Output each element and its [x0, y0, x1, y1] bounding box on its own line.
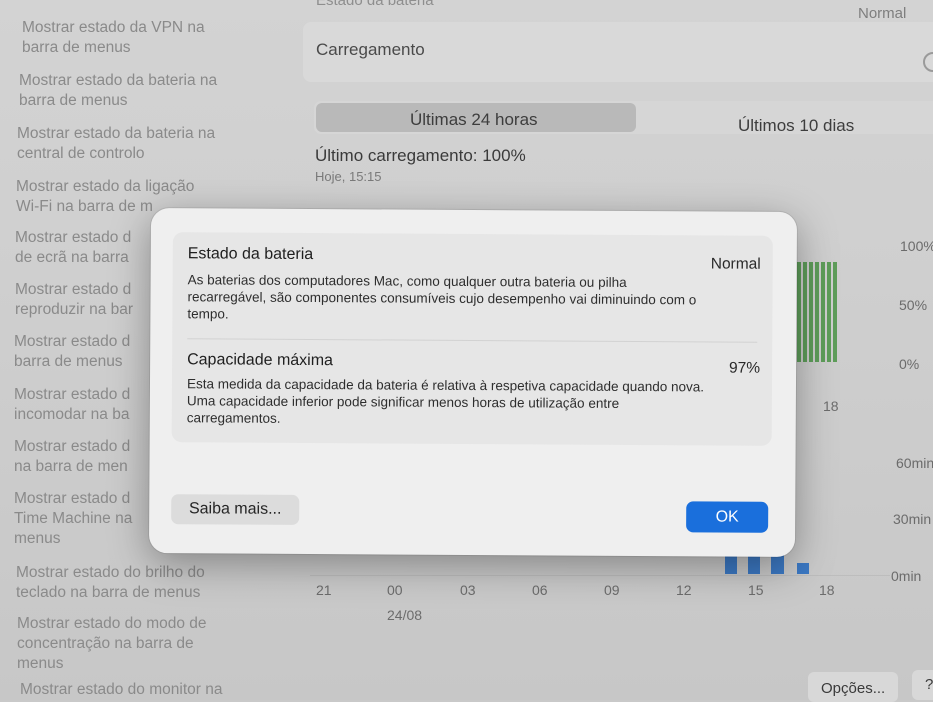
max-capacity-value: 97% [729, 359, 761, 377]
setting-keyboard-brightness[interactable]: Mostrar estado do brilho do teclado na b… [16, 563, 205, 603]
x-tick-21: 21 [316, 582, 332, 598]
setting-battery-control-center[interactable]: Mostrar estado da bateria na central de … [17, 124, 215, 164]
battery-info-box: Estado da bateria Normal As baterias dos… [171, 232, 773, 446]
axis-label-50: 50% [899, 297, 928, 313]
setting-time-machine-status[interactable]: Mostrar estado d Time Machine na menus [14, 489, 132, 549]
x-tick-09: 09 [604, 582, 620, 598]
max-capacity-title: Capacidade máxima [187, 351, 334, 370]
usage-chart-baseline [310, 575, 890, 576]
axis-label-0min: 0min [891, 568, 922, 584]
setting-focus-status[interactable]: Mostrar estado do modo de concentração n… [17, 614, 207, 674]
x-tick-03: 03 [460, 582, 476, 598]
last-charge-label: Último carregamento: 100% [315, 146, 526, 165]
setting-menu-bar-status[interactable]: Mostrar estado d barra de menus [14, 332, 130, 372]
axis-label-100: 100% [900, 238, 933, 254]
max-capacity-description: Esta medida da capacidade da bateria é r… [186, 376, 705, 426]
usage-bar [797, 563, 809, 574]
setting-menu-status[interactable]: Mostrar estado d na barra de men [14, 437, 130, 477]
last-charge-time: Hoje, 15:15 [315, 169, 382, 184]
date-label: 24/08 [387, 607, 423, 623]
battery-state-title: Estado da bateria [187, 245, 314, 264]
setting-screen-status[interactable]: Mostrar estado d de ecrã na barra [15, 228, 131, 268]
ok-button[interactable]: OK [686, 501, 769, 533]
axis-label-30min: 30min [893, 511, 932, 527]
background-normal-status: Normal [858, 5, 907, 22]
setting-dnd-status[interactable]: Mostrar estado d incomodar na ba [14, 385, 130, 425]
battery-chart-tick-18: 18 [823, 398, 839, 414]
battery-state-description: As baterias dos computadores Mac, como q… [187, 272, 697, 322]
info-divider [187, 338, 758, 343]
setting-battery-menu-bar[interactable]: Mostrar estado da bateria na barra de me… [19, 71, 217, 111]
battery-health-dialog: Estado da bateria Normal As baterias dos… [148, 208, 798, 557]
options-button-label: Opções... [821, 680, 886, 697]
battery-level-bars [797, 262, 839, 362]
x-tick-12: 12 [676, 582, 692, 598]
x-tick-15: 15 [748, 582, 764, 598]
setting-now-playing-status[interactable]: Mostrar estado d reproduzir na bar [15, 280, 133, 320]
learn-more-button[interactable]: Saiba mais... [171, 494, 300, 525]
segment-last-24-hours-label: Últimas 24 horas [410, 110, 538, 129]
segment-last-10-days-label[interactable]: Últimos 10 dias [738, 116, 854, 136]
x-tick-00: 00 [387, 582, 403, 598]
axis-label-0: 0% [899, 356, 920, 372]
x-tick-18: 18 [819, 582, 835, 598]
x-tick-06: 06 [532, 582, 548, 598]
battery-state-value: Normal [710, 255, 761, 273]
setting-vpn-status[interactable]: Mostrar estado da VPN na barra de menus [22, 18, 205, 58]
setting-display-status[interactable]: Mostrar estado do monitor na [20, 680, 222, 700]
help-icon: ? [925, 676, 933, 693]
usage-bar [725, 556, 737, 574]
background-section-label: Estado da bateria [316, 0, 434, 9]
axis-label-60min: 60min [896, 455, 933, 471]
charging-label: Carregamento [316, 40, 425, 59]
